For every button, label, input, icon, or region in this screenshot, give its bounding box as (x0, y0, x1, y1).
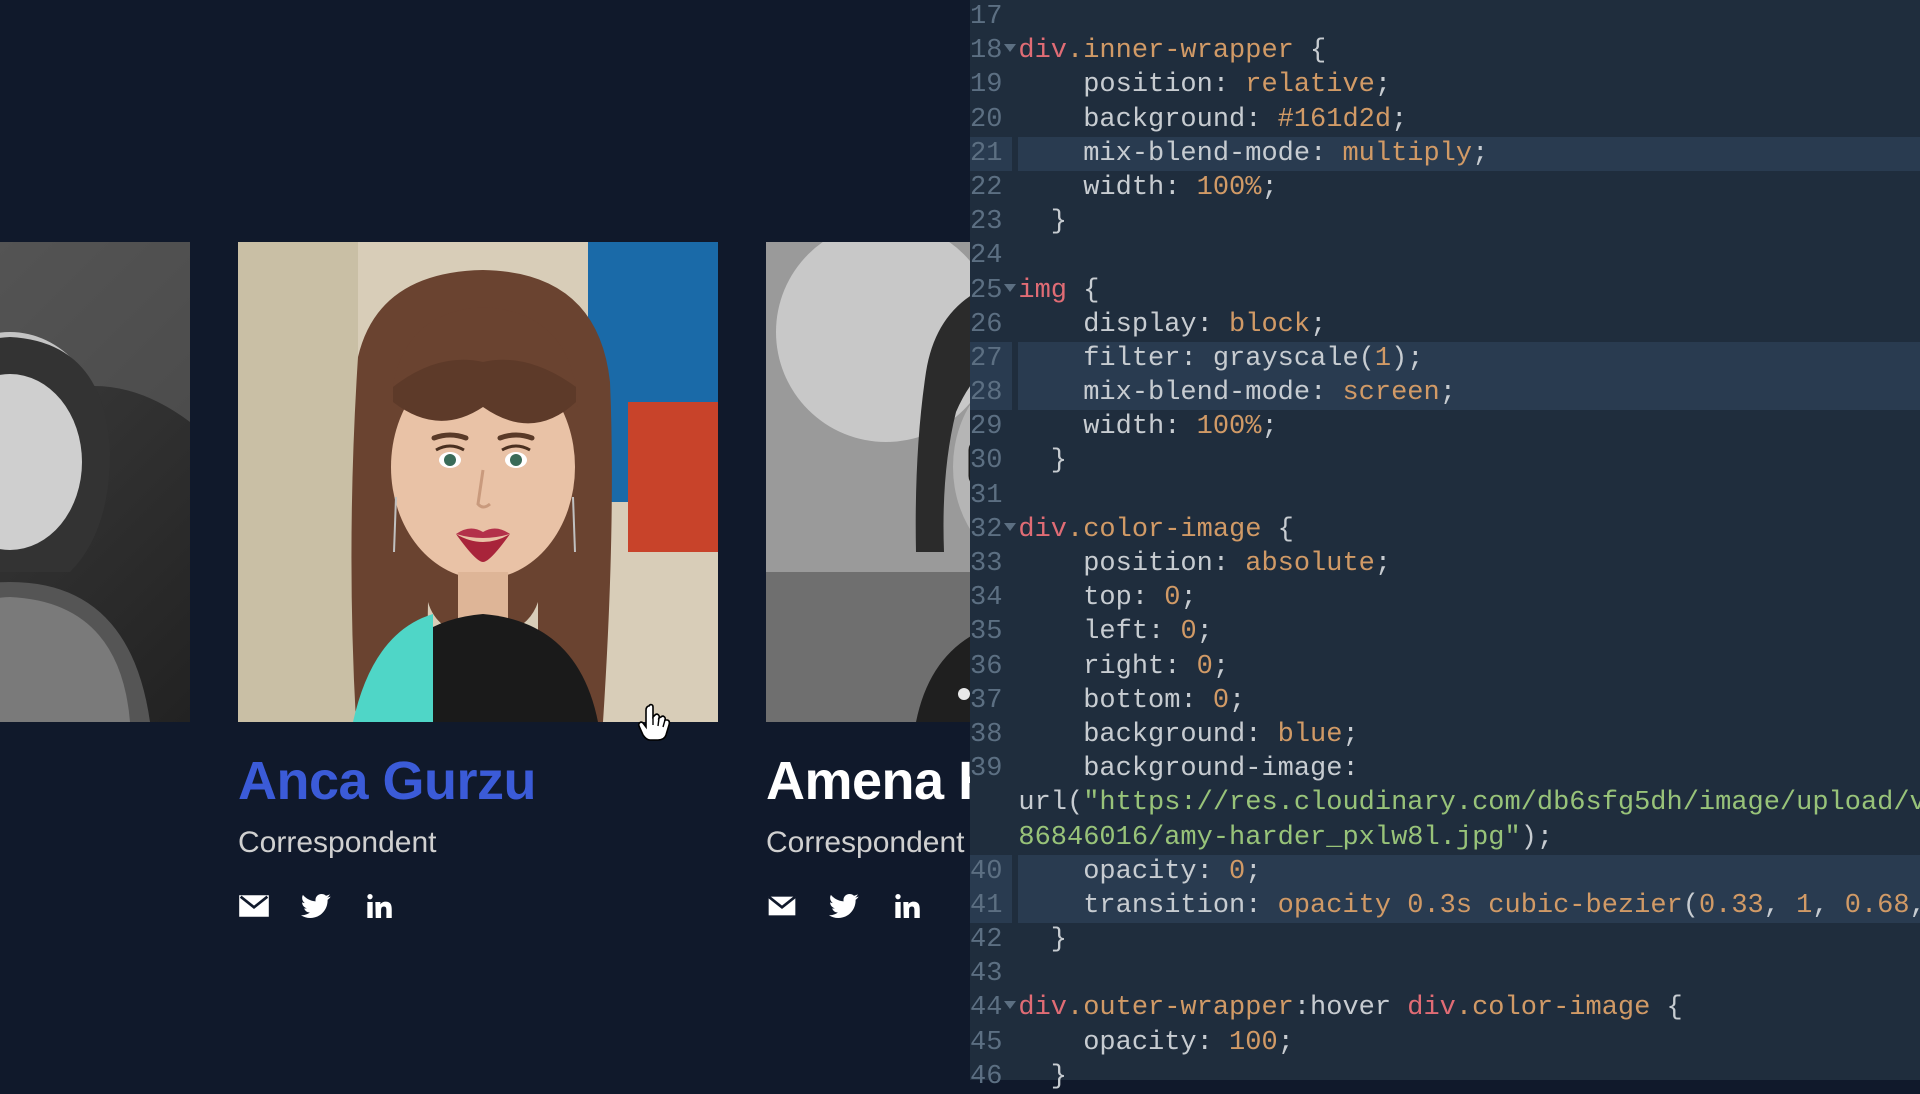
code-line[interactable]: background: #161d2d; (1018, 103, 1920, 137)
gutter-line-number: 38 (970, 718, 1012, 752)
code-line[interactable] (1018, 957, 1920, 991)
code-line[interactable]: position: absolute; (1018, 547, 1920, 581)
gutter-line-number: 40 (970, 855, 1012, 889)
team-card-name[interactable]: Amena H. Saiyid (766, 750, 970, 812)
team-card-role: Correspondent (238, 826, 718, 860)
twitter-icon[interactable] (300, 890, 332, 927)
avatar[interactable] (766, 242, 970, 722)
avatar[interactable] (238, 242, 718, 722)
code-line[interactable] (1018, 479, 1920, 513)
twitter-icon[interactable] (828, 890, 860, 927)
editor-gutter: 1718192021222324252627282930313233343536… (970, 0, 1012, 1080)
code-line[interactable]: position: relative; (1018, 68, 1920, 102)
gutter-line-number: 26 (970, 308, 1012, 342)
gutter-line-number: 39 (970, 752, 1012, 786)
gutter-line-number: 41 (970, 889, 1012, 923)
preview-panel: Anca Gurzu Correspondent (0, 0, 970, 1080)
code-line[interactable]: mix-blend-mode: screen; (1018, 376, 1920, 410)
code-line[interactable] (1018, 239, 1920, 273)
code-line[interactable]: display: block; (1018, 308, 1920, 342)
team-card-role: Correspondent (766, 826, 970, 860)
gutter-line-number: 18 (970, 34, 1012, 68)
linkedin-icon[interactable] (890, 890, 922, 927)
gutter-line-number: 28 (970, 376, 1012, 410)
gutter-line-number: 42 (970, 923, 1012, 957)
code-line[interactable]: background-image: (1018, 752, 1920, 786)
gutter-line-number (970, 821, 1012, 855)
editor-code-area[interactable]: div.inner-wrapper { position: relative; … (1012, 0, 1920, 1080)
gutter-line-number: 21 (970, 137, 1012, 171)
code-line[interactable]: url("https://res.cloudinary.com/db6sfg5d… (1018, 786, 1920, 820)
gutter-line-number: 17 (970, 0, 1012, 34)
code-line[interactable]: } (1018, 1060, 1920, 1094)
linkedin-icon[interactable] (362, 890, 394, 927)
gutter-line-number: 31 (970, 479, 1012, 513)
gutter-line-number: 32 (970, 513, 1012, 547)
code-line[interactable]: transition: opacity 0.3s cubic-bezier(0.… (1018, 889, 1920, 923)
gutter-line-number: 19 (970, 68, 1012, 102)
code-editor[interactable]: 1718192021222324252627282930313233343536… (970, 0, 1920, 1080)
avatar-image-color (238, 242, 718, 722)
code-line[interactable]: opacity: 0; (1018, 855, 1920, 889)
code-line[interactable]: div.inner-wrapper { (1018, 34, 1920, 68)
gutter-line-number: 23 (970, 205, 1012, 239)
avatar[interactable] (0, 242, 190, 722)
gutter-line-number: 37 (970, 684, 1012, 718)
gutter-line-number: 36 (970, 650, 1012, 684)
team-cards-row: Anca Gurzu Correspondent (0, 242, 970, 927)
avatar-image-grayscale (766, 242, 970, 722)
gutter-line-number: 46 (970, 1060, 1012, 1094)
email-icon[interactable] (766, 890, 798, 927)
team-card[interactable] (0, 242, 190, 927)
code-line[interactable]: top: 0; (1018, 581, 1920, 615)
code-line[interactable]: mix-blend-mode: multiply; (1018, 137, 1920, 171)
gutter-line-number: 24 (970, 239, 1012, 273)
code-line[interactable]: } (1018, 923, 1920, 957)
team-card-socials (766, 890, 970, 927)
code-line[interactable] (1018, 0, 1920, 34)
code-line[interactable]: right: 0; (1018, 650, 1920, 684)
code-line[interactable]: div.color-image { (1018, 513, 1920, 547)
gutter-line-number: 22 (970, 171, 1012, 205)
code-line[interactable]: filter: grayscale(1); (1018, 342, 1920, 376)
gutter-line-number: 27 (970, 342, 1012, 376)
team-card[interactable]: Anca Gurzu Correspondent (238, 242, 718, 927)
code-line[interactable]: background: blue; (1018, 718, 1920, 752)
code-line[interactable]: left: 0; (1018, 615, 1920, 649)
gutter-line-number: 25 (970, 274, 1012, 308)
gutter-line-number: 33 (970, 547, 1012, 581)
email-icon[interactable] (238, 890, 270, 927)
gutter-line-number: 34 (970, 581, 1012, 615)
avatar-image-grayscale (0, 242, 190, 722)
team-card-socials (238, 890, 718, 927)
gutter-line-number: 20 (970, 103, 1012, 137)
gutter-line-number: 45 (970, 1026, 1012, 1060)
gutter-line-number: 29 (970, 410, 1012, 444)
code-line[interactable]: width: 100%; (1018, 410, 1920, 444)
team-card-name[interactable]: Anca Gurzu (238, 750, 718, 812)
code-line[interactable]: } (1018, 444, 1920, 478)
gutter-line-number (970, 786, 1012, 820)
code-line[interactable]: } (1018, 205, 1920, 239)
code-line[interactable]: img { (1018, 274, 1920, 308)
code-line[interactable]: 86846016/amy-harder_pxlw8l.jpg"); (1018, 821, 1920, 855)
gutter-line-number: 43 (970, 957, 1012, 991)
gutter-line-number: 30 (970, 444, 1012, 478)
gutter-line-number: 44 (970, 991, 1012, 1025)
code-line[interactable]: div.outer-wrapper:hover div.color-image … (1018, 991, 1920, 1025)
team-card[interactable]: Amena H. Saiyid Correspondent (766, 242, 970, 927)
code-line[interactable]: opacity: 100; (1018, 1026, 1920, 1060)
gutter-line-number: 35 (970, 615, 1012, 649)
code-line[interactable]: bottom: 0; (1018, 684, 1920, 718)
code-line[interactable]: width: 100%; (1018, 171, 1920, 205)
